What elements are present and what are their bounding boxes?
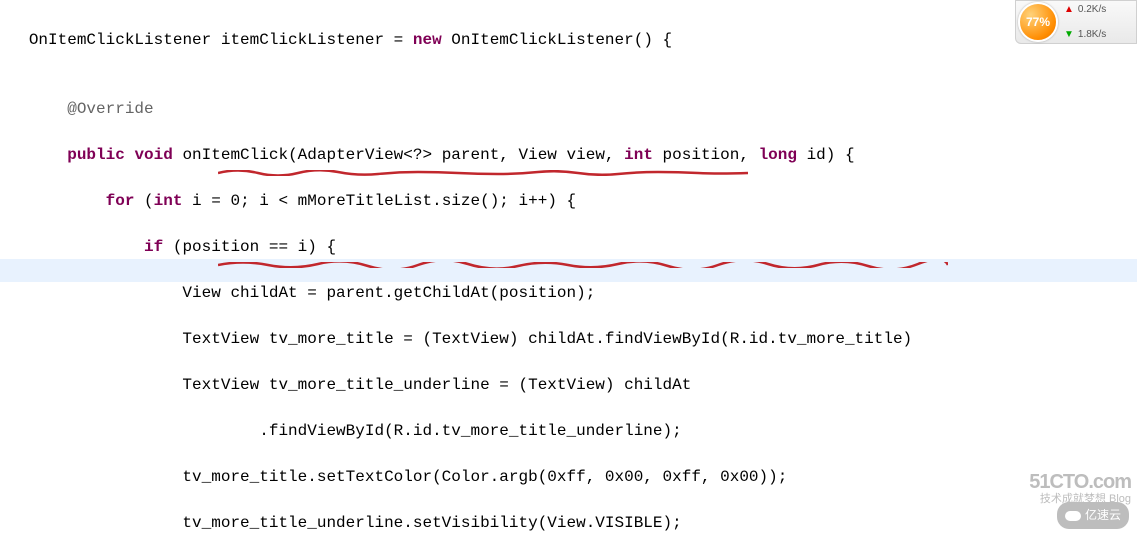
code-line: TextView tv_more_title_underline = (Text… [0, 374, 912, 397]
code-line: OnItemClickListener itemClickListener = … [0, 29, 912, 52]
watermark-yisuyun: 亿速云 [1057, 502, 1129, 529]
code-line: TextView tv_more_title = (TextView) chil… [0, 328, 912, 351]
code-line: if (position == i) { [0, 236, 912, 259]
download-rate: 1.8K/s [1078, 23, 1106, 46]
code-editor-viewport[interactable]: OnItemClickListener itemClickListener = … [0, 0, 912, 533]
watermark-51cto: 51CTO.com 技术成就梦想 Blog [1029, 471, 1131, 505]
code-line: @Override [0, 98, 912, 121]
usage-gauge-icon: 77% [1018, 2, 1058, 42]
network-speed-widget[interactable]: 77% ▲0.2K/s ▼1.8K/s [1015, 0, 1137, 44]
code-line: tv_more_title_underline.setVisibility(Vi… [0, 512, 912, 533]
network-rates: ▲0.2K/s ▼1.8K/s [1064, 0, 1106, 46]
upload-rate: 0.2K/s [1078, 0, 1106, 21]
cloud-icon [1065, 511, 1081, 521]
code-line: tv_more_title.setTextColor(Color.argb(0x… [0, 466, 912, 489]
code-line: for (int i = 0; i < mMoreTitleList.size(… [0, 190, 912, 213]
code-line: .findViewById(R.id.tv_more_title_underli… [0, 420, 912, 443]
download-arrow-icon: ▼ [1064, 23, 1074, 46]
code-line: public void onItemClick(AdapterView<?> p… [0, 144, 912, 167]
code-line: View childAt = parent.getChildAt(positio… [0, 282, 912, 305]
upload-arrow-icon: ▲ [1064, 0, 1074, 21]
